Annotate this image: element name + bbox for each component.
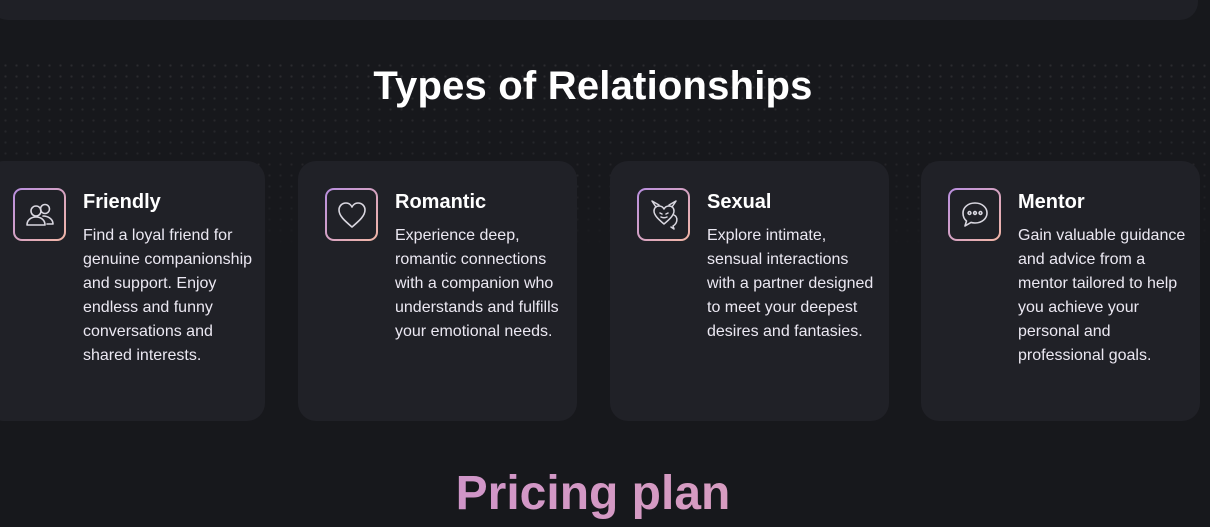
card-friendly[interactable]: Friendly Find a loyal friend for genuine… bbox=[0, 161, 265, 421]
card-romantic[interactable]: Romantic Experience deep, romantic conne… bbox=[298, 161, 577, 421]
card-description: Find a loyal friend for genuine companio… bbox=[83, 227, 253, 364]
card-mentor[interactable]: Mentor Gain valuable guidance and advice… bbox=[921, 161, 1200, 421]
friends-icon bbox=[13, 188, 66, 241]
chat-bubble-icon bbox=[948, 188, 1001, 241]
card-description: Experience deep, romantic connections wi… bbox=[395, 227, 559, 340]
card-title: Sexual bbox=[707, 191, 772, 213]
heart-icon bbox=[325, 188, 378, 241]
section-title: Types of Relationships bbox=[373, 64, 813, 108]
card-title: Friendly bbox=[83, 191, 161, 213]
card-description: Explore intimate, sensual interactions w… bbox=[707, 227, 874, 340]
pricing-title: Pricing plan bbox=[0, 466, 1186, 521]
previous-section-panel bbox=[0, 0, 1198, 20]
card-title: Romantic bbox=[395, 191, 487, 213]
devil-heart-icon bbox=[637, 188, 690, 241]
card-title: Mentor bbox=[1018, 191, 1085, 213]
card-description: Gain valuable guidance and advice from a… bbox=[1018, 227, 1186, 364]
card-sexual[interactable]: Sexual Explore intimate, sensual interac… bbox=[610, 161, 889, 421]
